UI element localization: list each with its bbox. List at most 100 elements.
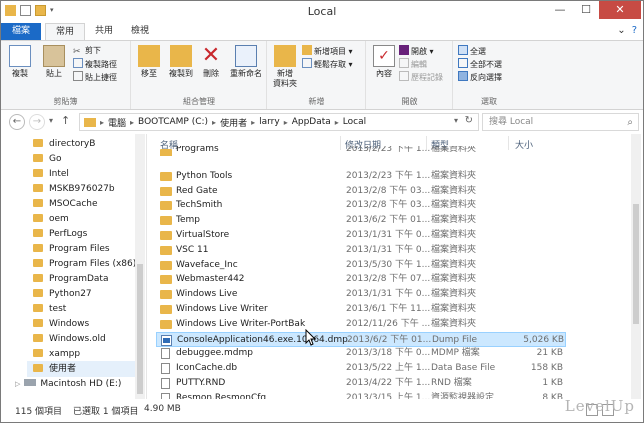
breadcrumb-drive[interactable]: BOOTCAMP (C:) (138, 117, 208, 127)
address-field[interactable]: ▸ 電腦 ▸ BOOTCAMP (C:) ▸ 使用者 ▸ larry ▸ App… (79, 113, 479, 131)
nav-item-selected[interactable]: 使用者 (27, 361, 137, 377)
history-button[interactable]: 歷程記錄 (399, 71, 443, 83)
search-input[interactable]: 搜尋 Local ⌕ (482, 113, 639, 131)
invert-selection-icon (458, 71, 468, 81)
folder-icon (33, 364, 43, 372)
recent-locations-button[interactable]: ▾ (49, 116, 53, 125)
file-date: 2013/3/15 上午 1... (346, 392, 431, 399)
table-row[interactable]: Webmaster442 2013/2/8 下午 07... 檔案資料夾 (156, 272, 566, 287)
nav-item[interactable]: Windows.old (33, 331, 106, 347)
file-name: Windows Live (176, 289, 238, 300)
forward-button[interactable]: → (29, 114, 45, 130)
nav-item[interactable]: Go (33, 151, 61, 167)
back-button[interactable]: ← (9, 114, 25, 130)
delete-x-icon: ✕ (201, 43, 221, 68)
copy-to-button[interactable]: 複製到 (166, 45, 196, 79)
chevron-right-icon[interactable]: ▷ (15, 380, 20, 388)
copy-path-button[interactable]: 複製路徑 (73, 58, 117, 70)
invert-selection-button[interactable]: 反向選擇 (458, 71, 502, 83)
table-row[interactable]: TechSmith 2013/2/8 下午 03... 檔案資料夾 (156, 198, 566, 213)
paste-button[interactable]: 貼上 (39, 45, 69, 79)
minimize-button[interactable]: — (547, 1, 573, 19)
table-row[interactable]: Temp 2013/6/2 下午 01... 檔案資料夾 (156, 213, 566, 228)
folder-icon (33, 184, 43, 192)
list-scrollbar-thumb[interactable] (633, 204, 639, 324)
chevron-down-icon[interactable]: ⌄ (617, 25, 625, 36)
table-row[interactable]: debuggee.mdmp 2013/3/18 下午 0... MDMP 檔案 21 … (156, 346, 566, 361)
delete-button[interactable]: ✕ 刪除 (196, 45, 226, 79)
table-row[interactable]: Resmon.ResmonCfg 2013/3/15 上午 1... 資源監視器設定… (156, 391, 566, 399)
nav-item-drive[interactable]: ▷ Macintosh HD (E:) (15, 376, 121, 392)
table-row[interactable]: Python Tools 2013/2/23 下午 1... 檔案資料夾 (156, 169, 566, 184)
table-row[interactable]: PUTTY.RND 2013/4/22 下午 1... RND 檔案 1 KB (156, 376, 566, 391)
up-button[interactable]: ↑ (61, 114, 70, 127)
file-type: 檔案資料夾 (431, 230, 477, 240)
table-row[interactable]: Windows Live Writer-PortBak 2012/11/26 下午… (156, 317, 566, 332)
nav-item[interactable]: Intel (33, 166, 69, 182)
tab-view[interactable]: 檢視 (121, 23, 159, 40)
select-none-button[interactable]: 全部不選 (458, 58, 502, 70)
table-row-selected[interactable]: ConsoleApplication46.exe.10064.dmp 2013/6… (156, 331, 566, 347)
table-row[interactable]: Programs 2013/2/23 下午 1... 檔案資料夾 (156, 146, 566, 156)
file-name: VSC 11 (176, 244, 209, 255)
chevron-down-icon[interactable]: ▾ (454, 116, 458, 125)
copy-button[interactable]: 複製 (5, 45, 35, 79)
file-name: ConsoleApplication46.exe.10064.dmp (177, 334, 348, 345)
table-row[interactable]: IconCache.db 2013/5/22 上午 1... Data Base F… (156, 361, 566, 376)
refresh-icon[interactable]: ↻ (465, 115, 473, 126)
open-button[interactable]: 開啟 ▾ (399, 45, 434, 57)
nav-item[interactable]: Windows (33, 316, 89, 332)
folder-icon (33, 214, 43, 222)
nav-item[interactable]: test (33, 301, 66, 317)
file-name: Programs (176, 146, 219, 154)
nav-item[interactable]: Program Files (x86) (33, 256, 136, 272)
select-all-icon (458, 45, 468, 55)
file-icon (161, 378, 170, 389)
maximize-button[interactable]: ☐ (573, 1, 599, 19)
file-type: 檔案資料夾 (431, 146, 477, 154)
folder-icon (160, 231, 172, 240)
breadcrumb-users[interactable]: 使用者 (220, 116, 247, 129)
breadcrumb-user[interactable]: larry (259, 117, 280, 127)
nav-item[interactable]: oem (33, 211, 69, 227)
nav-item[interactable]: xampp (33, 346, 80, 362)
paste-shortcut-button[interactable]: 貼上捷徑 (73, 71, 117, 83)
close-button[interactable]: ✕ (599, 1, 641, 19)
cut-button[interactable]: ✂ 剪下 (73, 45, 101, 57)
move-to-button[interactable]: 移至 (134, 45, 164, 79)
new-item-button[interactable]: 新增項目 ▾ (302, 45, 353, 57)
tab-home[interactable]: 常用 (45, 23, 86, 41)
breadcrumb-local[interactable]: Local (343, 117, 366, 127)
table-row[interactable]: Waveface_Inc 2013/5/30 下午 1... 檔案資料夾 (156, 258, 566, 273)
table-row[interactable]: Windows Live 2013/1/31 下午 0... 檔案資料夾 (156, 287, 566, 302)
table-row[interactable]: VirtualStore 2013/1/31 下午 0... 檔案資料夾 (156, 228, 566, 243)
table-row[interactable]: Windows Live Writer 2013/6/1 下午 11... 檔案資料… (156, 302, 566, 317)
folder-icon (33, 259, 43, 267)
easy-access-button[interactable]: 輕鬆存取 ▾ (302, 58, 353, 70)
nav-item[interactable]: ProgramData (33, 271, 108, 287)
tab-share[interactable]: 共用 (85, 23, 123, 40)
nav-item[interactable]: MSKB976027b (33, 181, 115, 197)
new-folder-icon (274, 45, 296, 67)
rename-button[interactable]: 重新命名 (226, 45, 266, 79)
nav-item[interactable]: MSOCache (33, 196, 98, 212)
table-row[interactable]: VSC 11 2013/1/31 下午 0... 檔案資料夾 (156, 243, 566, 258)
help-icon[interactable]: ? (632, 25, 637, 36)
item-count: 115 個項目 (15, 407, 63, 417)
file-type: 檔案資料夾 (431, 215, 477, 226)
breadcrumb-computer[interactable]: 電腦 (108, 116, 126, 129)
new-folder-button[interactable]: 新增 資料夾 (270, 45, 300, 89)
nav-item[interactable]: Python27 (33, 286, 92, 302)
file-name: debuggee.mdmp (176, 348, 253, 359)
tab-file[interactable]: 檔案 (1, 23, 41, 40)
nav-item[interactable]: PerfLogs (33, 226, 87, 242)
folder-icon (84, 117, 96, 127)
edit-button[interactable]: 編輯 (399, 58, 427, 70)
properties-button[interactable]: ✓ 內容 (369, 45, 399, 79)
select-all-button[interactable]: 全選 (458, 45, 486, 57)
table-row[interactable]: Red Gate 2013/2/8 下午 03... 檔案資料夾 (156, 184, 566, 199)
nav-item[interactable]: Program Files (33, 241, 110, 257)
nav-scrollbar-thumb[interactable] (137, 264, 143, 394)
breadcrumb-appdata[interactable]: AppData (292, 117, 331, 127)
nav-item[interactable]: directoryB (33, 136, 95, 152)
